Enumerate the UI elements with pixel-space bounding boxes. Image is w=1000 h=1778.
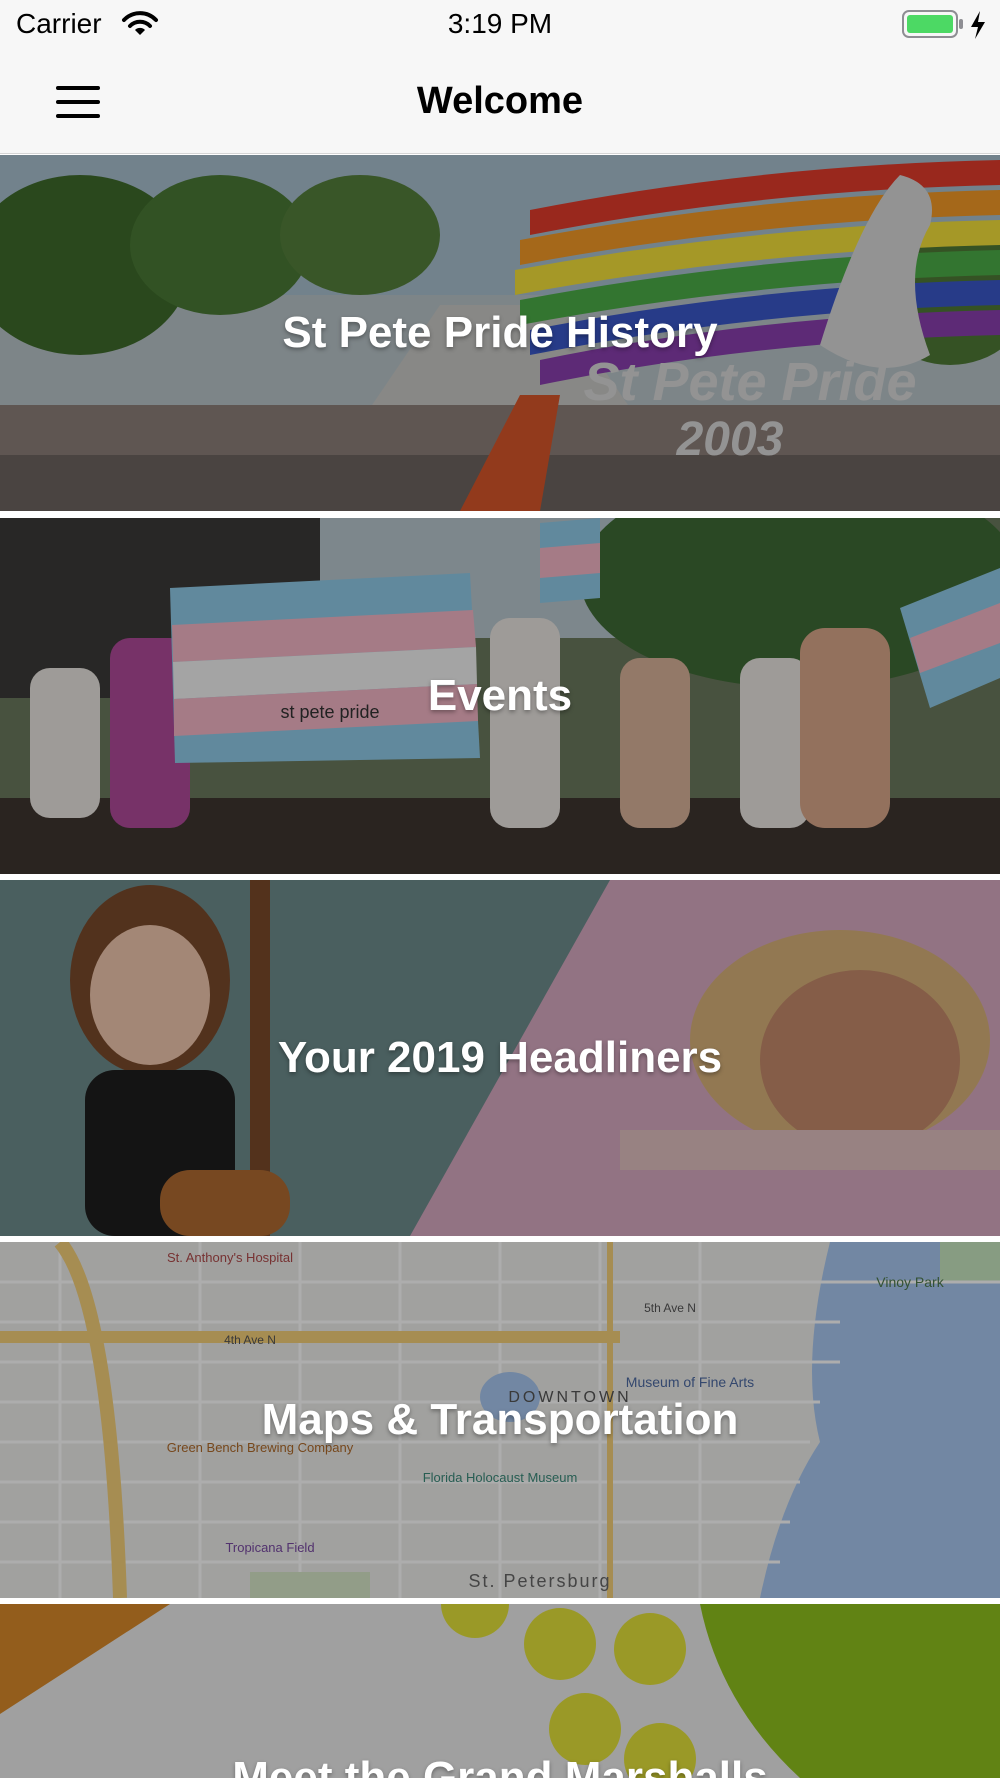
tile-label: Events [427, 671, 573, 720]
charging-bolt-icon [971, 11, 985, 39]
tile-pride-history[interactable]: St Pete Pride 2003 St Pete Pride History [0, 155, 1000, 511]
status-bar: Carrier 3:19 PM [0, 0, 1000, 50]
battery-icon [902, 10, 963, 38]
tile-label: Your 2019 Headliners [277, 1033, 723, 1082]
clock: 3:19 PM [447, 8, 553, 39]
tile-overlay [0, 1604, 1000, 1778]
tile-maps-transportation[interactable]: DOWNTOWN St. Petersburg Museum of Fine A… [0, 1242, 1000, 1598]
page-title: Welcome [416, 80, 584, 122]
tile-grand-marshalls[interactable]: Meet the Grand Marshalls [0, 1604, 1000, 1778]
tile-label: St Pete Pride History [282, 308, 718, 357]
tile-label: Maps & Transportation [261, 1395, 739, 1444]
tile-events[interactable]: st pete pride Events [0, 518, 1000, 874]
tile-headliners[interactable]: Your 2019 Headliners [0, 880, 1000, 1236]
navigation-bar: Welcome [0, 50, 1000, 154]
tile-label: Meet the Grand Marshalls [232, 1753, 768, 1778]
